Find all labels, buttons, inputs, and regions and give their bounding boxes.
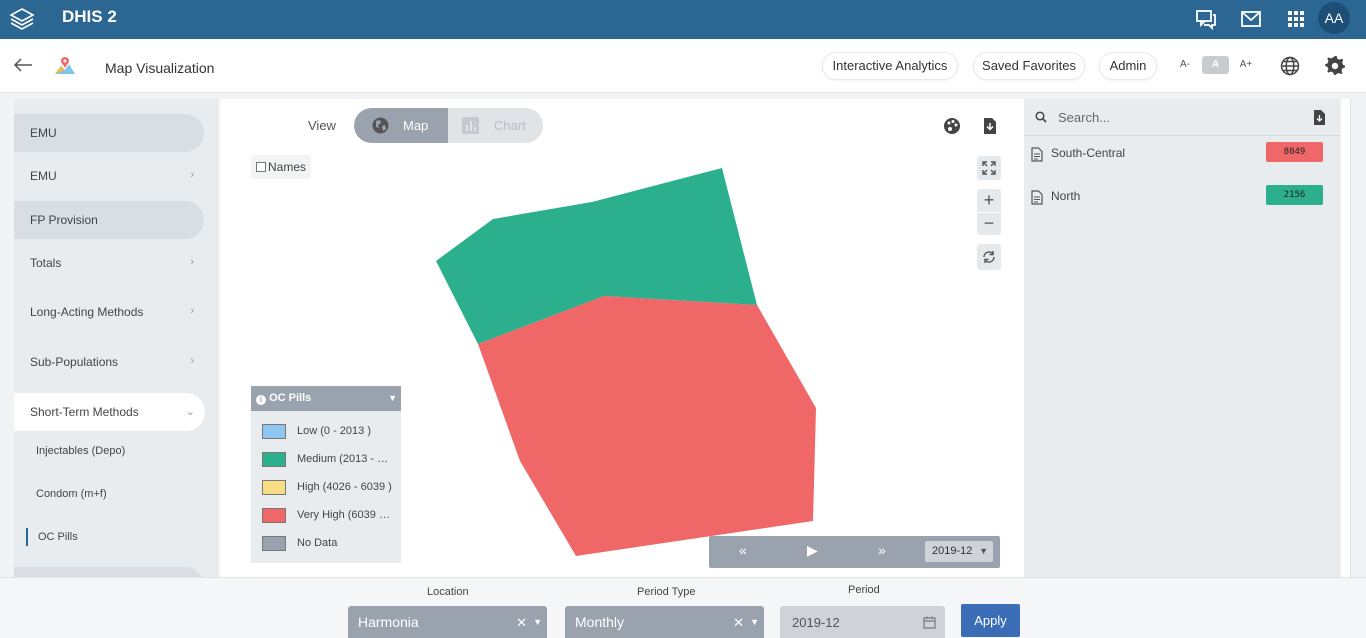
region-name: South-Central xyxy=(1051,146,1126,160)
period-type-select[interactable]: Monthly ✕ ▼ xyxy=(565,606,764,638)
region-list-item[interactable]: North 2156 xyxy=(1030,185,1335,207)
calendar-icon[interactable] xyxy=(923,616,936,629)
chevron-right-icon: › xyxy=(190,355,194,367)
region-value-badge: 8049 xyxy=(1266,142,1323,162)
sidebar-item-totals[interactable]: Totals › xyxy=(14,256,204,276)
legend-swatch xyxy=(262,424,286,439)
sidebar-subitem-oc-pills[interactable]: OC Pills xyxy=(26,528,78,546)
region-list-item[interactable]: South-Central 8049 xyxy=(1030,142,1335,164)
legend-label: Low (0 - 2013 ) xyxy=(297,425,371,437)
map-panel: View Map Chart Names + − i OC Pills ▼ Lo… xyxy=(220,99,1024,577)
sidebar-item-partial[interactable] xyxy=(14,567,204,577)
panel-edge xyxy=(1341,99,1351,577)
page-title: Map Visualization xyxy=(105,60,215,76)
chevron-down-icon: ⌄ xyxy=(185,406,195,418)
period-type-label: Period Type xyxy=(637,586,696,598)
period-value: 2019-12 xyxy=(792,615,840,630)
clear-icon[interactable]: ✕ xyxy=(733,606,744,638)
dhis2-logo-icon[interactable] xyxy=(8,6,36,32)
location-label: Location xyxy=(427,586,469,598)
map-legend: i OC Pills ▼ Low (0 - 2013 ) Medium (201… xyxy=(251,386,401,563)
legend-header[interactable]: i OC Pills ▼ xyxy=(251,386,401,411)
sidebar-item-label: Long-Acting Methods xyxy=(30,305,144,319)
legend-label: High (4026 - 6039 ) xyxy=(297,481,392,493)
back-arrow-icon[interactable] xyxy=(12,55,34,75)
indicator-sidebar: EMU EMU › FP Provision Totals › Long-Act… xyxy=(14,99,218,577)
legend-label: Medium (2013 - 4026 ) xyxy=(297,453,392,465)
document-icon xyxy=(1031,190,1043,205)
sidebar-subitem-injectables[interactable]: Injectables (Depo) xyxy=(36,445,125,457)
fast-forward-icon[interactable]: » xyxy=(878,542,886,558)
font-increase-button[interactable]: A+ xyxy=(1236,56,1256,74)
caret-down-icon: ▼ xyxy=(388,393,397,403)
player-period-value: 2019-12 xyxy=(932,545,973,557)
play-icon[interactable]: ▶ xyxy=(807,542,818,559)
caret-down-icon[interactable]: ▼ xyxy=(750,606,759,638)
map-app-logo-icon xyxy=(55,57,75,74)
interpretations-icon[interactable] xyxy=(1194,7,1218,31)
messages-icon[interactable] xyxy=(1239,7,1263,31)
region-list-panel: Search... South-Central 8049 North 2156 xyxy=(1024,99,1340,577)
legend-label: Very High (6039 - 8052 ) xyxy=(297,509,392,521)
sidebar-item-emu-header[interactable]: EMU xyxy=(14,114,204,152)
legend-title: OC Pills xyxy=(269,392,312,404)
region-name: North xyxy=(1051,189,1081,203)
region-value-badge: 2156 xyxy=(1266,185,1323,205)
top-bar: DHIS 2 AA xyxy=(0,0,1366,39)
sidebar-item-emu[interactable]: EMU › xyxy=(14,169,204,189)
page-header: Map Visualization Interactive Analytics … xyxy=(0,39,1366,93)
sidebar-subitem-condom[interactable]: Condom (m+f) xyxy=(36,488,107,500)
sidebar-item-short-term-methods[interactable]: Short-Term Methods ⌄ xyxy=(14,393,205,431)
sidebar-item-label: EMU xyxy=(30,126,57,140)
region-south-central[interactable] xyxy=(478,296,816,556)
location-select[interactable]: Harmonia ✕ ▼ xyxy=(348,606,547,638)
clear-icon[interactable]: ✕ xyxy=(516,606,527,638)
caret-down-icon: ▼ xyxy=(979,546,988,556)
search-icon xyxy=(1035,111,1047,123)
language-globe-icon[interactable] xyxy=(1279,55,1301,77)
period-label: Period xyxy=(848,584,880,596)
sidebar-item-label: EMU xyxy=(30,169,57,183)
apply-button[interactable]: Apply xyxy=(961,604,1020,637)
filter-bar: Location Harmonia ✕ ▼ Period Type Monthl… xyxy=(0,577,1366,638)
saved-favorites-button[interactable]: Saved Favorites xyxy=(973,52,1085,80)
period-date-input[interactable]: 2019-12 xyxy=(780,606,945,638)
caret-down-icon[interactable]: ▼ xyxy=(533,606,542,638)
chevron-right-icon: › xyxy=(190,256,194,268)
admin-button[interactable]: Admin xyxy=(1099,52,1157,80)
search-input[interactable]: Search... xyxy=(1058,110,1110,125)
chevron-right-icon: › xyxy=(190,305,194,317)
sidebar-item-fp-provision[interactable]: FP Provision xyxy=(14,201,204,239)
search-bar: Search... xyxy=(1024,99,1340,136)
location-value: Harmonia xyxy=(358,614,419,630)
sidebar-item-long-acting-methods[interactable]: Long-Acting Methods › xyxy=(14,305,204,325)
app-name: DHIS 2 xyxy=(62,7,117,26)
info-icon: i xyxy=(256,395,266,405)
legend-swatch xyxy=(262,452,286,467)
legend-swatch xyxy=(262,480,286,495)
period-type-value: Monthly xyxy=(575,614,625,630)
legend-swatch xyxy=(262,536,286,551)
sidebar-item-label: Sub-Populations xyxy=(30,355,119,369)
legend-label: No Data xyxy=(297,537,338,549)
player-period-select[interactable]: 2019-12 ▼ xyxy=(925,541,993,562)
apps-grid-icon[interactable] xyxy=(1284,7,1308,31)
sidebar-item-label: Short-Term Methods xyxy=(30,405,139,419)
sidebar-item-label: Totals xyxy=(30,256,62,270)
download-icon[interactable] xyxy=(1313,110,1326,125)
font-decrease-button[interactable]: A- xyxy=(1176,56,1194,74)
rewind-icon[interactable]: « xyxy=(739,542,747,558)
font-default-button[interactable]: A xyxy=(1202,56,1229,74)
period-player: « ▶ » 2019-12 ▼ xyxy=(709,536,1000,568)
interactive-analytics-button[interactable]: Interactive Analytics xyxy=(822,52,958,80)
sidebar-item-label: FP Provision xyxy=(30,213,98,227)
chevron-right-icon: › xyxy=(190,169,194,181)
legend-swatch xyxy=(262,508,286,523)
document-icon xyxy=(1031,147,1043,162)
user-avatar[interactable]: AA xyxy=(1318,2,1350,34)
sidebar-item-sub-populations[interactable]: Sub-Populations › xyxy=(14,355,204,375)
settings-gear-icon[interactable] xyxy=(1324,55,1346,77)
